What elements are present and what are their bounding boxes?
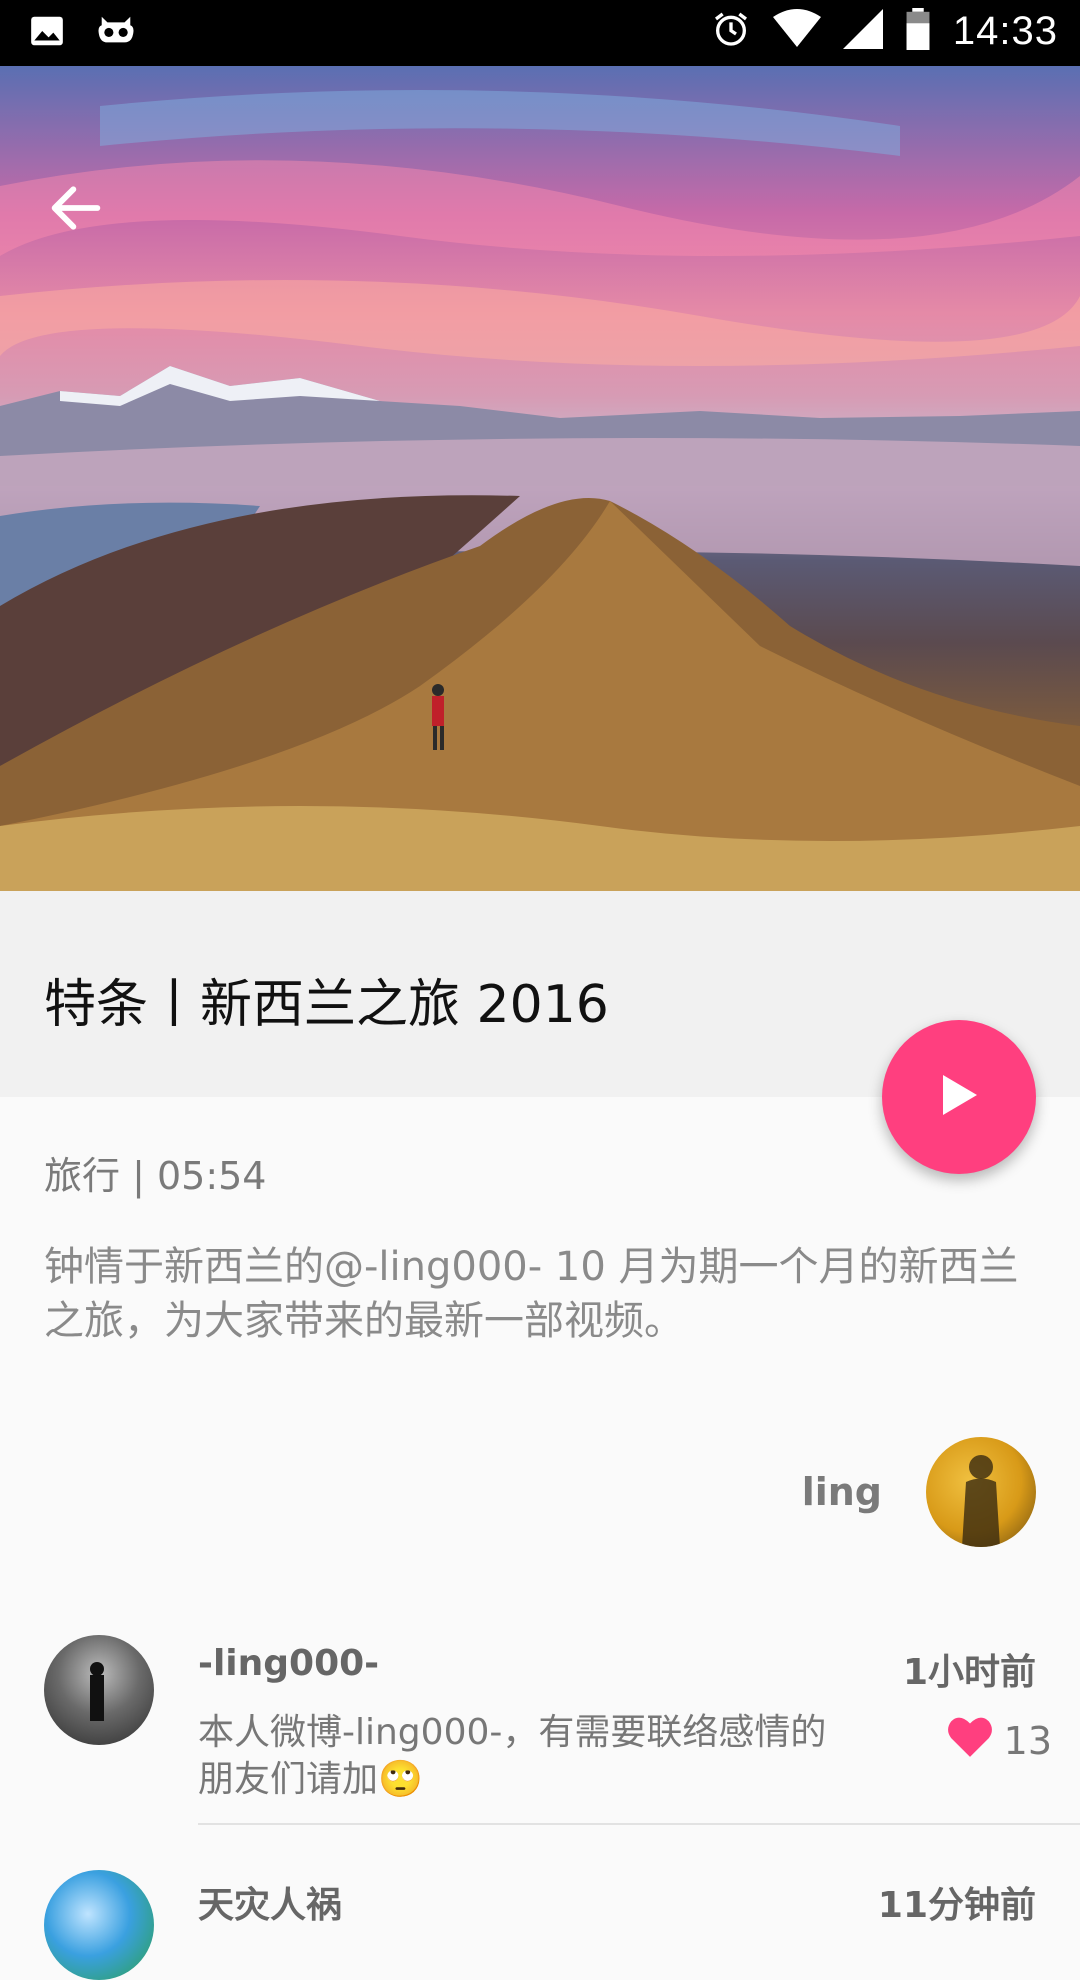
comment-time: 1小时前 xyxy=(902,1652,1036,1693)
status-clock: 14:33 xyxy=(952,8,1058,53)
author-avatar[interactable] xyxy=(926,1437,1036,1547)
alarm-icon xyxy=(711,9,751,53)
back-button[interactable] xyxy=(44,176,108,240)
comment-time: 11分钟前 xyxy=(877,1885,1036,1926)
video-title: 特条丨新西兰之旅 2016 xyxy=(44,975,609,1035)
voicemail-icon xyxy=(96,12,136,54)
image-icon xyxy=(28,12,66,54)
play-button[interactable] xyxy=(882,1020,1036,1174)
like-count: 13 xyxy=(1003,1718,1052,1763)
comment-divider xyxy=(198,1823,1080,1825)
commenter-name[interactable]: -ling000- xyxy=(198,1643,379,1684)
comment-text: 本人微博-ling000-，有需要联络感情的朋友们请加🙄 xyxy=(198,1712,827,1800)
battery-icon xyxy=(905,8,931,54)
video-description: 钟情于新西兰的@-ling000- 10 月为期一个月的新西兰之旅，为大家带来的… xyxy=(44,1244,1019,1344)
commenter-avatar[interactable] xyxy=(44,1870,154,1980)
commenter-name[interactable]: 天灾人祸 xyxy=(198,1876,342,1928)
like-button[interactable]: 13 xyxy=(944,1713,1052,1768)
author-name[interactable]: ling xyxy=(802,1470,882,1514)
wifi-icon xyxy=(772,9,821,53)
heart-icon xyxy=(944,1713,996,1768)
video-meta: 旅行 | 05:54 xyxy=(44,1154,267,1198)
signal-icon xyxy=(842,9,883,53)
status-bar: 14:33 xyxy=(0,0,1080,66)
hero-image xyxy=(0,66,1080,891)
comment-item: 天灾人祸 11分钟前 xyxy=(0,1870,1080,1980)
commenter-avatar[interactable] xyxy=(44,1635,154,1745)
play-icon xyxy=(939,1073,979,1121)
comment-item: -ling000- 1小时前 本人微博-ling000-，有需要联络感情的朋友们… xyxy=(0,1635,1080,1825)
